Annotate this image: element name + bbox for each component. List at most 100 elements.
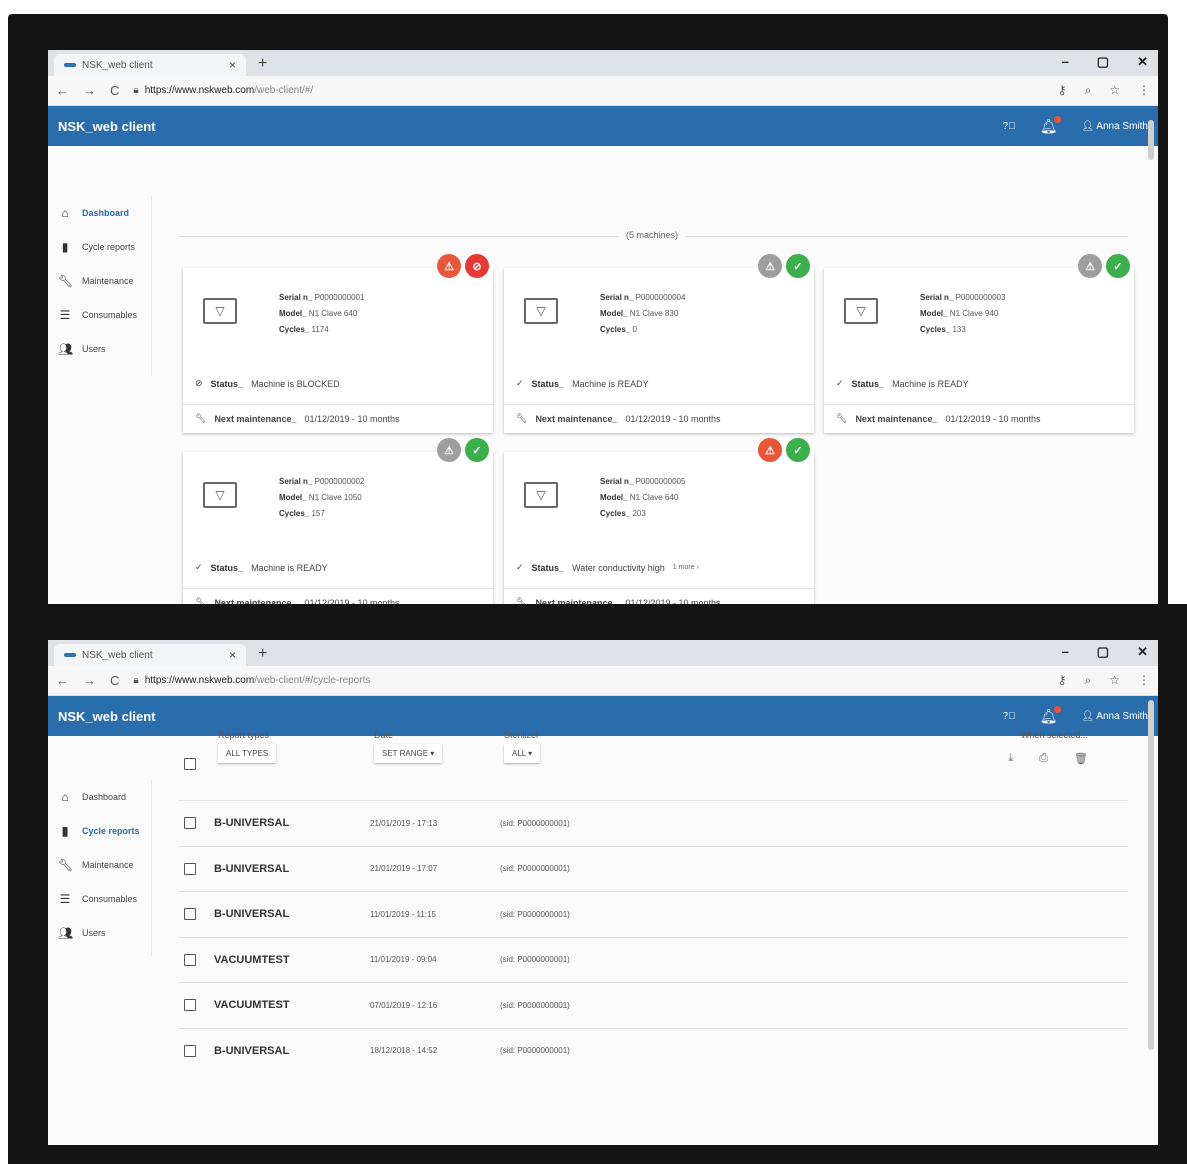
trash-icon[interactable]: 🗑︎: [1074, 752, 1088, 765]
ready-icon[interactable]: ✓: [1106, 254, 1130, 278]
close-window-button[interactable]: ✕: [1137, 54, 1148, 70]
menu-dots-icon[interactable]: ⋮: [1138, 673, 1150, 688]
scrollbar[interactable]: [1148, 120, 1154, 160]
report-date: 21/01/2019 - 17:13: [370, 818, 438, 828]
status-label: Status_: [210, 562, 244, 573]
row-checkbox[interactable]: [184, 817, 196, 830]
alert-icon[interactable]: ⚠: [758, 254, 782, 278]
blocked-status-icon: ⊘: [195, 378, 203, 388]
download-icon[interactable]: ⤓: [1008, 752, 1013, 765]
machine-card[interactable]: ⚠ ⊘ ▽ Serial n_ P0000000001 Model_ N1 Cla…: [183, 254, 493, 433]
report-types-filter: Report types ALL TYPES: [218, 730, 277, 763]
status-value: Water conductivity high: [572, 562, 665, 573]
sidebar-item-consumables[interactable]: ☰ Consumables: [48, 882, 151, 916]
help-icon[interactable]: ?⃝: [1003, 711, 1016, 722]
model-label: Model_: [920, 309, 948, 318]
browser-tab[interactable]: NSK_web client ×: [54, 54, 246, 76]
table-row[interactable]: VACUUMTEST 07/01/2019 - 12:16 (sid: P000…: [178, 982, 1128, 1028]
maximize-button[interactable]: ▢: [1097, 54, 1109, 70]
ready-icon[interactable]: ✓: [786, 254, 810, 278]
machine-card[interactable]: ⚠ ✓ ▽ Serial n_ P0000000003 Model_ N1 Cla…: [824, 254, 1134, 433]
sidebar-item-label: Consumables: [82, 310, 138, 320]
dashboard-screen: NSK_web client × + – ▢ ✕ ← → C 🔒︎ https:…: [48, 50, 1158, 606]
more-link[interactable]: 1 more ›: [673, 564, 699, 571]
sidebar-item-users[interactable]: 👥︎ Users: [48, 916, 151, 950]
key-icon[interactable]: ⚷: [1058, 673, 1067, 688]
close-window-button[interactable]: ✕: [1137, 644, 1148, 660]
sidebar-item-users[interactable]: 👥︎ Users: [48, 332, 151, 366]
star-icon[interactable]: ☆: [1109, 673, 1120, 688]
machine-card[interactable]: ⚠ ✓ ▽ Serial n_ P0000000005 Model_ N1 Cla…: [504, 438, 814, 606]
row-checkbox[interactable]: [184, 953, 196, 966]
address-bar: ← → C 🔒︎ https://www.nskweb.com /web-cli…: [48, 76, 1158, 106]
zoom-icon[interactable]: ⌕: [1085, 673, 1092, 688]
alert-icon[interactable]: ⚠: [758, 438, 782, 462]
table-row[interactable]: B-UNIVERSAL 21/01/2019 - 17:13 (sid: P00…: [178, 800, 1128, 846]
date-range-button[interactable]: SET RANGE ▾: [374, 744, 443, 763]
notification-bell-icon[interactable]: 🔔︎: [1040, 115, 1062, 135]
back-arrow-icon[interactable]: ←: [56, 673, 69, 688]
sidebar-item-consumables[interactable]: ☰ Consumables: [48, 298, 151, 332]
blocked-icon[interactable]: ⊘: [465, 254, 489, 278]
ready-icon[interactable]: ✓: [465, 438, 489, 462]
back-arrow-icon[interactable]: ←: [56, 83, 69, 98]
machine-maintenance: 🔧︎ Next maintenance_ 01/12/2019 - 10 month…: [504, 404, 814, 432]
forward-arrow-icon[interactable]: →: [83, 673, 96, 688]
reload-icon[interactable]: C: [110, 83, 119, 98]
forward-arrow-icon[interactable]: →: [83, 83, 96, 98]
url-field[interactable]: 🔒︎ https://www.nskweb.com /web-client/#/…: [133, 675, 370, 686]
tab-title: NSK_web client: [82, 59, 153, 71]
report-sid: (sid: P0000000001): [500, 818, 570, 828]
sidebar-item-cycle-reports[interactable]: ▮ Cycle reports: [48, 230, 151, 264]
date-label: Date: [374, 730, 394, 740]
minimize-button[interactable]: –: [1062, 54, 1069, 70]
notification-bell-icon[interactable]: 🔔︎: [1040, 705, 1062, 725]
help-icon[interactable]: ?⃝: [1003, 121, 1016, 132]
table-row[interactable]: B-UNIVERSAL 21/01/2019 - 17:07 (sid: P00…: [178, 845, 1128, 892]
tab-close-icon[interactable]: ×: [229, 58, 236, 72]
table-row[interactable]: B-UNIVERSAL 11/01/2019 - 11:15 (sid: P00…: [178, 891, 1128, 937]
sidebar-item-dashboard[interactable]: ⌂ Dashboard: [48, 780, 151, 814]
sterilizer-button[interactable]: ALL ▾: [504, 744, 541, 763]
new-tab-button[interactable]: +: [258, 55, 267, 73]
alert-icon[interactable]: ⚠: [437, 438, 461, 462]
row-checkbox[interactable]: [184, 1044, 196, 1057]
machine-card[interactable]: ⚠ ✓ ▽ Serial n_ P0000000002 Model_ N1 Cla…: [183, 438, 493, 606]
url-field[interactable]: 🔒︎ https://www.nskweb.com /web-client/#/: [133, 85, 313, 96]
reload-icon[interactable]: C: [110, 673, 119, 688]
sidebar-item-maintenance[interactable]: 🔧︎ Maintenance: [48, 848, 151, 882]
maximize-button[interactable]: ▢: [1097, 644, 1109, 660]
alert-icon[interactable]: ⚠: [1078, 254, 1102, 278]
user-menu[interactable]: 👤︎ Anna Smith: [1081, 121, 1148, 132]
user-menu[interactable]: 👤︎ Anna Smith: [1081, 711, 1148, 722]
row-checkbox[interactable]: [184, 999, 196, 1012]
status-value: Machine is BLOCKED: [251, 378, 340, 389]
zoom-icon[interactable]: ⌕: [1085, 83, 1092, 98]
home-icon: ⌂: [61, 790, 69, 804]
maintenance-label: Next maintenance_: [214, 413, 297, 424]
menu-dots-icon[interactable]: ⋮: [1138, 83, 1150, 98]
scrollbar[interactable]: [1148, 700, 1154, 1050]
browser-tab[interactable]: NSK_web client ×: [54, 644, 246, 666]
sidebar-item-maintenance[interactable]: 🔧︎ Maintenance: [48, 264, 151, 298]
minimize-button[interactable]: –: [1062, 644, 1069, 660]
alert-icon[interactable]: ⚠: [437, 254, 461, 278]
new-tab-button[interactable]: +: [258, 645, 267, 663]
row-checkbox[interactable]: [184, 862, 196, 875]
select-all-checkbox[interactable]: [184, 758, 196, 770]
tab-close-icon[interactable]: ×: [229, 648, 236, 662]
machine-card[interactable]: ⚠ ✓ ▽ Serial n_ P0000000004 Model_ N1 Cla…: [504, 254, 814, 433]
report-types-button[interactable]: ALL TYPES: [218, 744, 277, 763]
row-checkbox[interactable]: [184, 908, 196, 921]
sterilizer-icon: ▽: [203, 482, 237, 508]
table-row[interactable]: B-UNIVERSAL 18/12/2018 - 14:52 (sid: P00…: [178, 1027, 1128, 1074]
sidebar-item-dashboard[interactable]: ⌂ Dashboard: [48, 196, 151, 230]
table-row[interactable]: VACUUMTEST 11/01/2019 - 09:04 (sid: P000…: [178, 936, 1128, 983]
cycles-value: 0: [632, 325, 637, 334]
star-icon[interactable]: ☆: [1109, 83, 1120, 98]
ready-icon[interactable]: ✓: [786, 438, 810, 462]
print-icon[interactable]: ⎙: [1039, 752, 1048, 765]
key-icon[interactable]: ⚷: [1058, 83, 1067, 98]
sidebar-item-cycle-reports[interactable]: ▮ Cycle reports: [48, 814, 151, 848]
sidebar: ⌂ Dashboard ▮ Cycle reports 🔧︎ Maintenance …: [48, 780, 152, 956]
